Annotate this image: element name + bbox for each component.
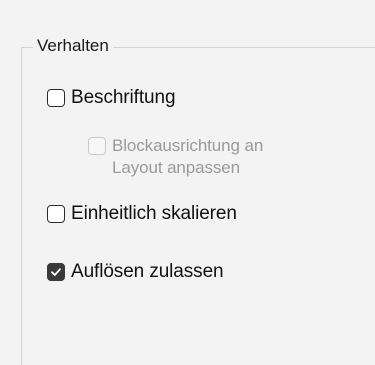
groupbox-title: Verhalten (33, 35, 113, 57)
behavior-panel: Verhalten Beschriftung Blockausrichtung … (0, 0, 375, 365)
match-orientation-label-line1: Blockausrichtung an (112, 136, 264, 155)
annotative-label: Beschriftung (71, 87, 176, 108)
match-orientation-checkbox-row[interactable]: Blockausrichtung an Layout anpassen (88, 135, 263, 179)
scale-uniformly-checkbox-row[interactable]: Einheitlich skalieren (47, 203, 237, 226)
annotative-checkbox-row[interactable]: Beschriftung (47, 87, 176, 110)
allow-exploding-label: Auflösen zulassen (71, 261, 224, 282)
scale-uniformly-label: Einheitlich skalieren (71, 203, 237, 224)
match-orientation-label-line2: Layout anpassen (112, 158, 240, 177)
scale-uniformly-checkbox[interactable] (47, 205, 65, 223)
allow-exploding-checkbox-row[interactable]: Auflösen zulassen (47, 261, 224, 284)
match-orientation-checkbox[interactable] (88, 137, 106, 155)
allow-exploding-checkbox[interactable] (47, 263, 65, 281)
match-orientation-label: Blockausrichtung an Layout anpassen (112, 135, 263, 179)
checkmark-icon (51, 268, 61, 276)
annotative-checkbox[interactable] (47, 89, 65, 107)
